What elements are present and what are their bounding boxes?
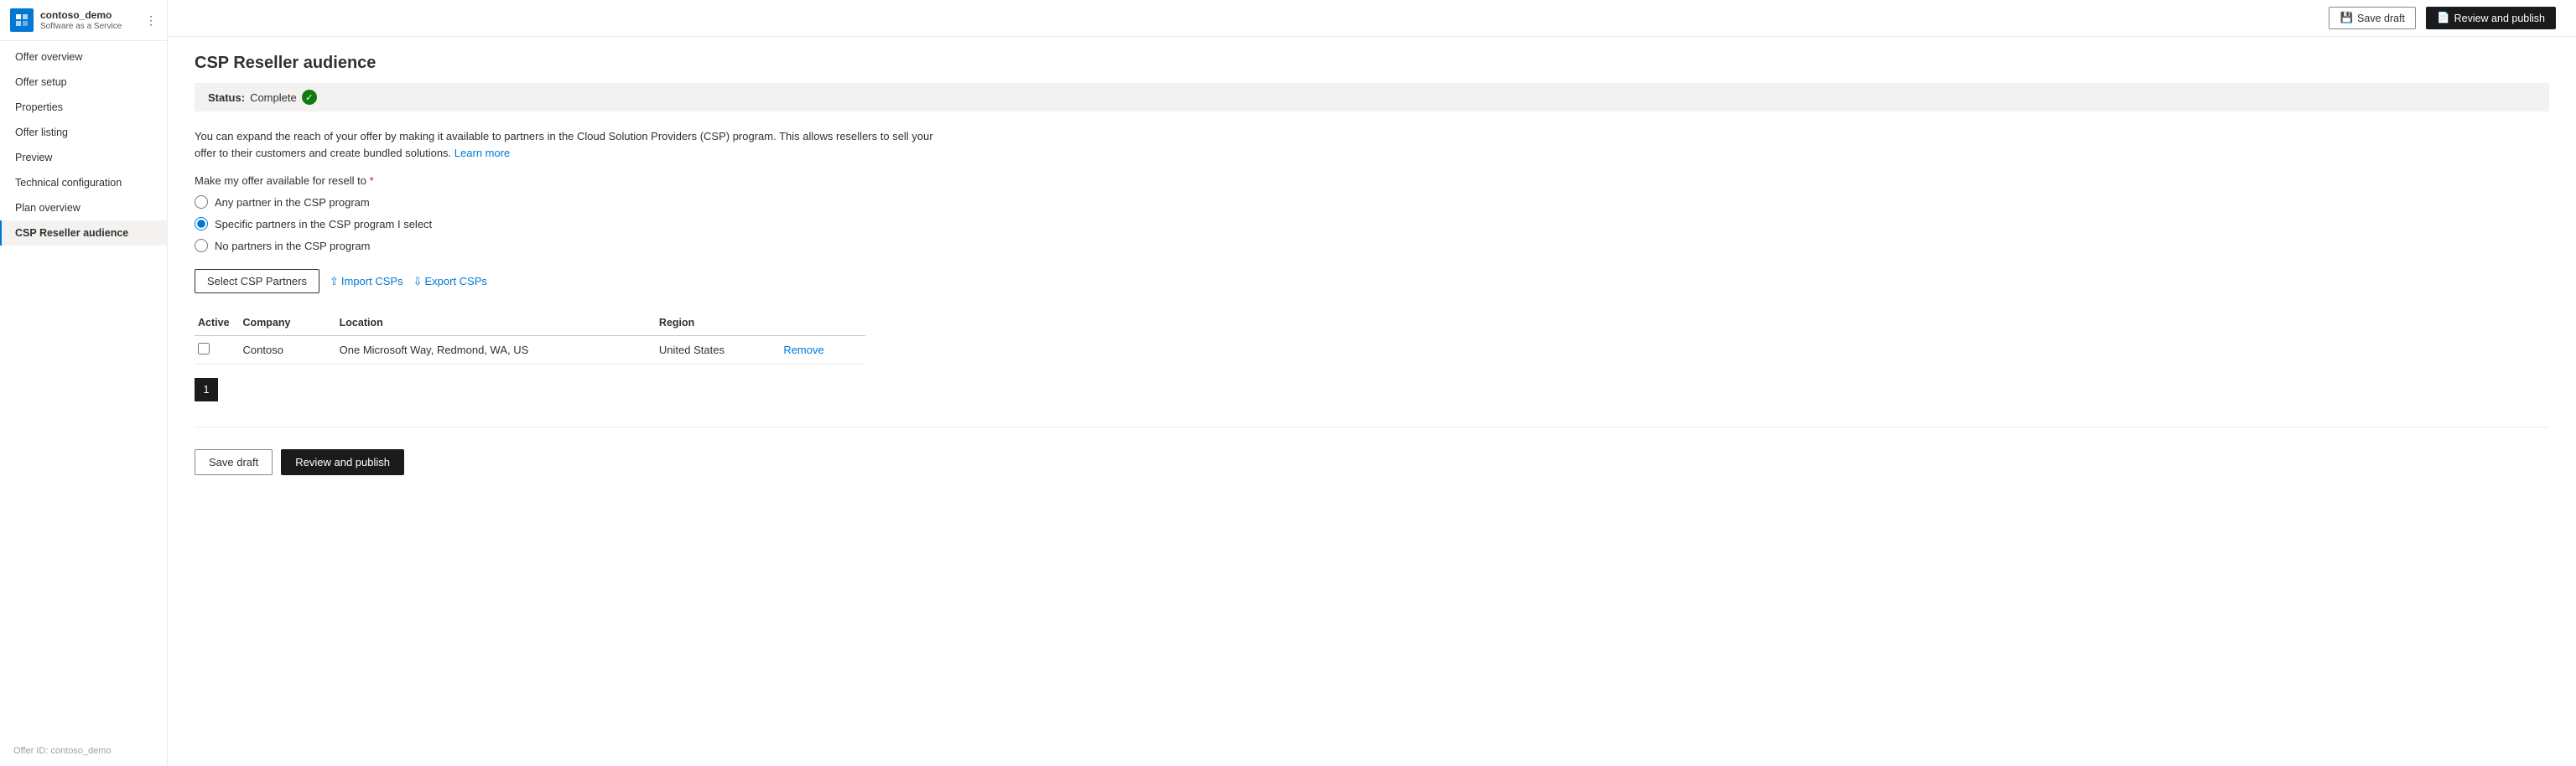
col-action	[780, 310, 865, 336]
row-region: United States	[656, 336, 780, 365]
sidebar-collapse-button[interactable]: ⋮	[145, 13, 157, 28]
sidebar-item-offer-setup[interactable]: Offer setup	[0, 70, 167, 95]
table-row: Contoso One Microsoft Way, Redmond, WA, …	[195, 336, 865, 365]
export-icon: ⇩	[413, 275, 423, 288]
status-complete-icon: ✓	[302, 90, 317, 105]
radio-any-partner-input[interactable]	[195, 195, 208, 209]
required-indicator: *	[366, 174, 374, 187]
status-value: Complete	[250, 91, 297, 104]
col-active: Active	[195, 310, 240, 336]
review-publish-top-button[interactable]: 📄 Review and publish	[2426, 7, 2556, 29]
table-header-row: Active Company Location Region	[195, 310, 865, 336]
sidebar-item-preview[interactable]: Preview	[0, 145, 167, 170]
radio-any-partner[interactable]: Any partner in the CSP program	[195, 195, 2549, 209]
description-text: You can expand the reach of your offer b…	[195, 128, 949, 161]
save-icon: 💾	[2340, 12, 2353, 24]
learn-more-link[interactable]: Learn more	[454, 147, 510, 159]
row-location: One Microsoft Way, Redmond, WA, US	[336, 336, 656, 365]
review-publish-bottom-button[interactable]: Review and publish	[281, 449, 404, 475]
col-region: Region	[656, 310, 780, 336]
page-button-1[interactable]: 1	[195, 378, 218, 401]
row-company: Contoso	[240, 336, 336, 365]
row-active-checkbox[interactable]	[198, 343, 210, 355]
pagination: 1	[195, 378, 2549, 401]
import-icon: ⇧	[330, 275, 339, 288]
app-logo	[10, 8, 34, 32]
save-draft-bottom-button[interactable]: Save draft	[195, 449, 273, 475]
sidebar-item-offer-overview[interactable]: Offer overview	[0, 44, 167, 70]
sidebar-nav: Offer overview Offer setup Properties Of…	[0, 41, 167, 741]
radio-group: Any partner in the CSP program Specific …	[195, 195, 2549, 252]
sidebar: contoso_demo Software as a Service ⋮ Off…	[0, 0, 168, 766]
sidebar-item-plan-overview[interactable]: Plan overview	[0, 195, 167, 220]
content-area: CSP Reseller audience Status: Complete ✓…	[168, 37, 2576, 766]
import-csps-link[interactable]: ⇧ Import CSPs	[330, 275, 403, 288]
sidebar-header: contoso_demo Software as a Service ⋮	[0, 0, 167, 41]
sidebar-item-properties[interactable]: Properties	[0, 95, 167, 120]
csp-table: Active Company Location Region Contoso O…	[195, 310, 865, 365]
radio-specific-partners-input[interactable]	[195, 217, 208, 230]
radio-no-partners[interactable]: No partners in the CSP program	[195, 239, 2549, 252]
offer-id: Offer ID: contoso_demo	[0, 741, 167, 766]
company-subtitle: Software as a Service	[40, 22, 122, 31]
sidebar-item-offer-listing[interactable]: Offer listing	[0, 120, 167, 145]
company-name: contoso_demo	[40, 9, 122, 23]
page-title: CSP Reseller audience	[195, 54, 2549, 73]
field-label: Make my offer available for resell to *	[195, 174, 2549, 187]
row-action-cell: Remove	[780, 336, 865, 365]
select-csp-partners-button[interactable]: Select CSP Partners	[195, 269, 319, 293]
save-draft-top-button[interactable]: 💾 Save draft	[2329, 7, 2416, 29]
sidebar-item-technical-configuration[interactable]: Technical configuration	[0, 170, 167, 195]
status-label: Status:	[208, 91, 245, 104]
action-bar: Select CSP Partners ⇧ Import CSPs ⇩ Expo…	[195, 269, 2549, 293]
sidebar-item-csp-reseller-audience[interactable]: CSP Reseller audience	[0, 220, 167, 246]
radio-no-partners-input[interactable]	[195, 239, 208, 252]
export-csps-link[interactable]: ⇩ Export CSPs	[413, 275, 487, 288]
top-bar: 💾 Save draft 📄 Review and publish	[168, 0, 2576, 37]
radio-specific-partners[interactable]: Specific partners in the CSP program I s…	[195, 217, 2549, 230]
sidebar-title-block: contoso_demo Software as a Service	[40, 9, 122, 32]
row-active-cell	[195, 336, 240, 365]
col-company: Company	[240, 310, 336, 336]
bottom-actions: Save draft Review and publish	[195, 441, 2549, 492]
publish-icon: 📄	[2437, 12, 2450, 24]
main-content: 💾 Save draft 📄 Review and publish CSP Re…	[168, 0, 2576, 766]
col-location: Location	[336, 310, 656, 336]
remove-link[interactable]: Remove	[783, 344, 823, 356]
status-bar: Status: Complete ✓	[195, 83, 2549, 111]
